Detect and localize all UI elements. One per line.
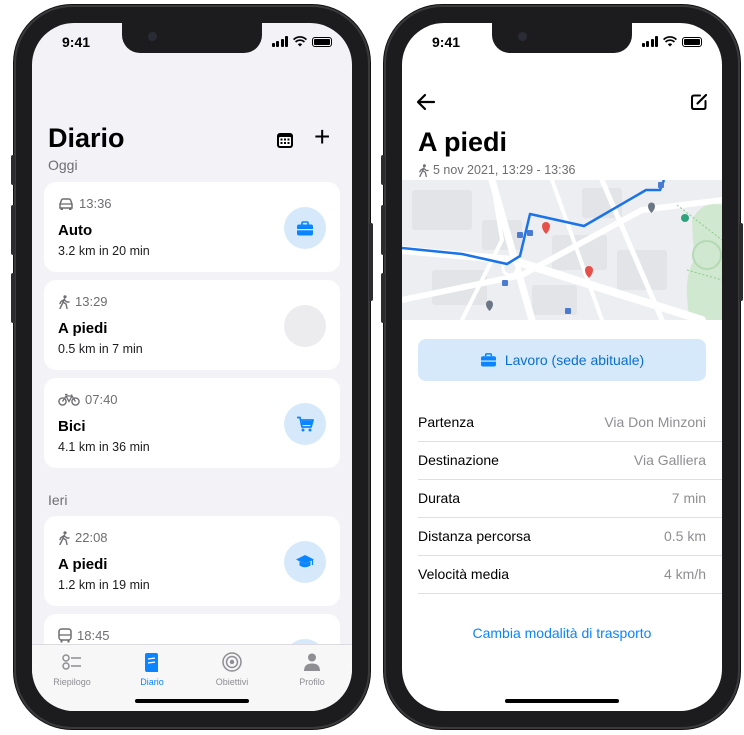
wifi-icon xyxy=(293,36,307,47)
trip-datetime: 5 nov 2021, 13:29 - 13:36 xyxy=(433,163,576,177)
phone-diary: 9:41 Diario + Oggi 13:36 Auto 3.2 km in … xyxy=(11,5,373,729)
tab-bar: Riepilogo Diario Obiettivi Profilo xyxy=(32,644,352,711)
map-canvas xyxy=(402,180,722,320)
bus-icon xyxy=(58,628,72,643)
trip-purpose-badge-empty[interactable] xyxy=(284,305,326,347)
detail-row-start: Partenza Via Don Minzoni xyxy=(418,403,722,442)
tab-goals[interactable]: Obiettivi xyxy=(192,651,272,687)
trip-card[interactable]: 22:08 A piedi 1.2 km in 19 min xyxy=(44,516,340,606)
car-icon xyxy=(59,197,73,210)
briefcase-icon xyxy=(297,220,313,235)
mute-switch xyxy=(381,155,385,185)
detail-row-avg-speed: Velocità media 4 km/h xyxy=(418,555,722,594)
trip-time: 13:36 xyxy=(79,196,112,211)
power-button xyxy=(739,223,743,301)
row-value: 4 km/h xyxy=(663,566,706,582)
detail-row-destination: Destinazione Via Galliera xyxy=(418,441,722,480)
cart-icon xyxy=(297,416,314,432)
walk-icon xyxy=(59,294,70,309)
tab-label: Obiettivi xyxy=(215,677,249,687)
trip-distance: 4.1 km in 36 min xyxy=(58,440,150,454)
trip-card[interactable]: 07:40 Bici 4.1 km in 36 min xyxy=(44,378,340,468)
tab-label: Riepilogo xyxy=(53,677,91,687)
change-transport-mode-link[interactable]: Cambia modalità di trasporto xyxy=(402,625,722,641)
trip-purpose-button[interactable]: Lavoro (sede abituale) xyxy=(418,339,706,381)
home-indicator[interactable] xyxy=(135,699,249,703)
trip-time: 13:29 xyxy=(75,294,108,309)
graduation-cap-icon xyxy=(296,555,314,568)
trip-purpose-badge[interactable] xyxy=(284,541,326,583)
trip-purpose-badge[interactable] xyxy=(284,207,326,249)
trip-card[interactable]: 13:36 Auto 3.2 km in 20 min xyxy=(44,182,340,272)
row-key: Distanza percorsa xyxy=(418,528,531,544)
bike-icon xyxy=(58,393,80,406)
edit-icon[interactable] xyxy=(690,93,708,111)
row-value: 0.5 km xyxy=(663,528,706,544)
volume-up-button xyxy=(381,205,385,255)
trip-distance: 1.2 km in 19 min xyxy=(58,578,150,592)
power-button xyxy=(369,223,373,301)
trip-time: 18:45 xyxy=(77,628,110,643)
row-key: Velocità media xyxy=(418,566,510,582)
row-value: 7 min xyxy=(671,490,706,506)
cellular-signal-icon xyxy=(641,36,658,47)
trip-time: 22:08 xyxy=(75,530,108,545)
diary-book-icon xyxy=(145,653,158,672)
trip-subtitle: 5 nov 2021, 13:29 - 13:36 xyxy=(418,163,575,177)
section-header-yesterday: Ieri xyxy=(48,492,68,508)
volume-down-button xyxy=(381,273,385,323)
walk-icon xyxy=(419,163,429,177)
trip-purpose-badge[interactable] xyxy=(284,403,326,445)
trip-purpose-label: Lavoro (sede abituale) xyxy=(504,352,645,368)
trip-mode: A piedi xyxy=(58,320,108,337)
walk-icon xyxy=(59,530,70,545)
status-time: 9:41 xyxy=(432,34,461,50)
battery-icon xyxy=(312,37,332,47)
trip-time: 07:40 xyxy=(85,392,118,407)
add-trip-button[interactable]: + xyxy=(314,123,330,151)
trip-mode: Auto xyxy=(58,222,93,239)
wifi-icon xyxy=(663,36,677,47)
section-header-today: Oggi xyxy=(48,157,78,173)
volume-down-button xyxy=(11,273,15,323)
row-key: Durata xyxy=(418,490,461,506)
tab-profile[interactable]: Profilo xyxy=(272,651,352,687)
trip-distance: 0.5 km in 7 min xyxy=(58,342,143,356)
mute-switch xyxy=(11,155,15,185)
row-key: Partenza xyxy=(418,414,475,430)
trip-card[interactable]: 13:29 A piedi 0.5 km in 7 min xyxy=(44,280,340,370)
home-indicator[interactable] xyxy=(505,699,619,703)
calendar-icon[interactable] xyxy=(276,131,294,149)
tab-label: Diario xyxy=(140,677,164,687)
trip-detail-screen: 9:41 A piedi 5 nov 2021, 13:29 - 13:36 L… xyxy=(402,23,722,711)
route-map[interactable] xyxy=(402,180,722,320)
trip-title: A piedi xyxy=(418,127,508,157)
page-title: Diario xyxy=(48,123,125,153)
notch xyxy=(122,23,262,53)
row-value: Via Don Minzoni xyxy=(604,414,706,430)
volume-up-button xyxy=(11,205,15,255)
tab-diary[interactable]: Diario xyxy=(112,651,192,687)
trip-mode: Bici xyxy=(58,418,86,435)
phone-trip-detail: 9:41 A piedi 5 nov 2021, 13:29 - 13:36 L… xyxy=(381,5,743,729)
cellular-signal-icon xyxy=(271,36,288,47)
target-icon xyxy=(222,652,242,672)
person-icon xyxy=(304,653,320,671)
back-arrow-icon[interactable] xyxy=(416,93,436,111)
battery-icon xyxy=(682,37,702,47)
notch xyxy=(492,23,632,53)
tab-label: Profilo xyxy=(299,677,325,687)
status-time: 9:41 xyxy=(62,34,91,50)
tab-summary[interactable]: Riepilogo xyxy=(32,651,112,687)
detail-row-distance: Distanza percorsa 0.5 km xyxy=(418,517,722,556)
trip-mode: A piedi xyxy=(58,556,108,573)
diary-screen: 9:41 Diario + Oggi 13:36 Auto 3.2 km in … xyxy=(32,23,352,711)
briefcase-icon xyxy=(480,353,496,367)
row-value: Via Galliera xyxy=(633,452,706,468)
trip-distance: 3.2 km in 20 min xyxy=(58,244,150,258)
detail-row-duration: Durata 7 min xyxy=(418,479,722,518)
summary-list-icon xyxy=(62,654,81,670)
row-key: Destinazione xyxy=(418,452,499,468)
